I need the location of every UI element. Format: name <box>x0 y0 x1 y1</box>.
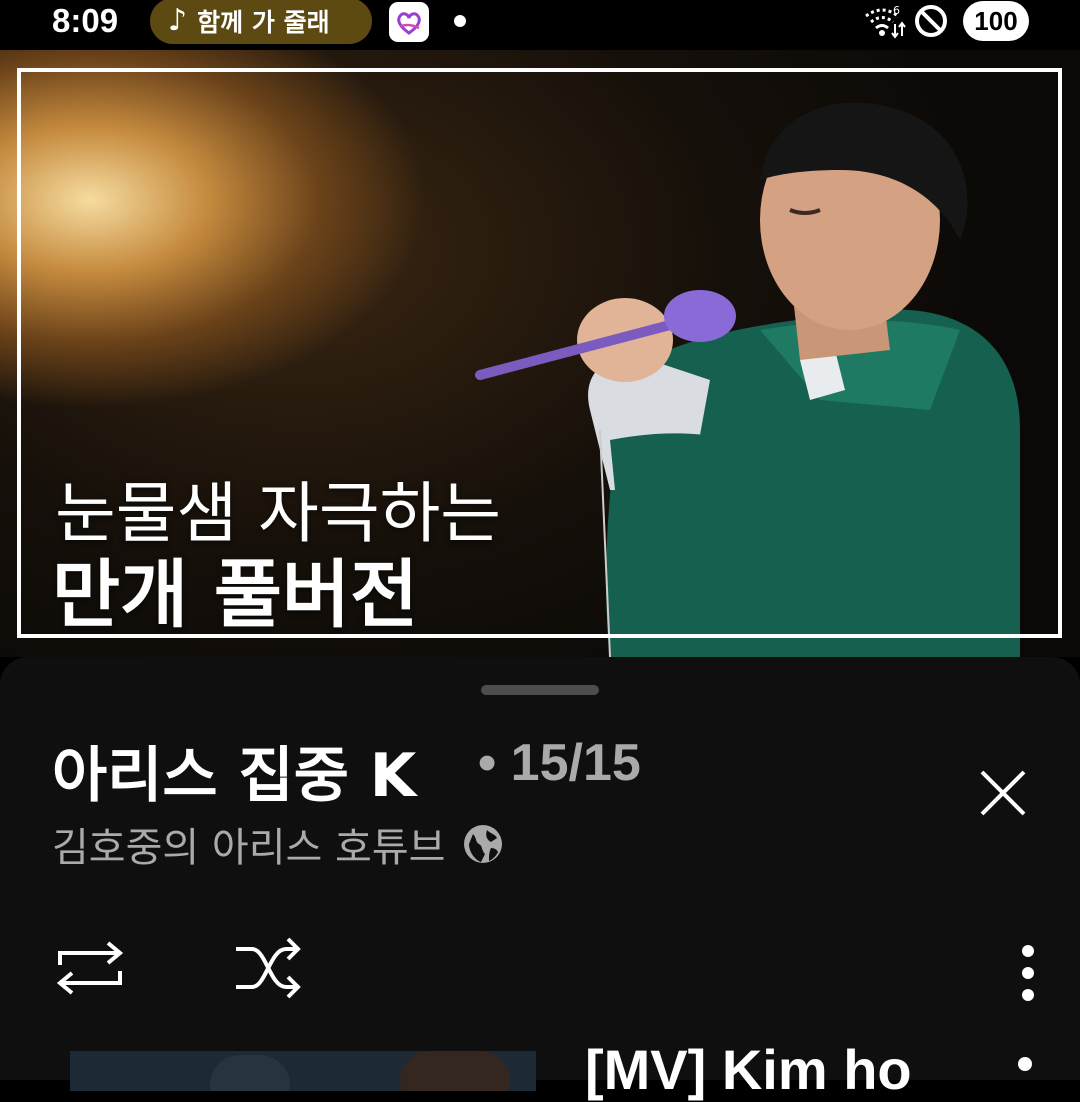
repeat-icon[interactable] <box>52 935 128 1001</box>
next-video-thumbnail[interactable] <box>70 1051 536 1091</box>
notification-dot <box>454 15 466 27</box>
video-thumbnail[interactable]: 눈물샘 자극하는 만개 풀버전 <box>0 50 1080 657</box>
now-playing-text: 함께 가 줄래 <box>197 8 330 37</box>
status-time: 8:09 <box>52 2 119 39</box>
more-vert-icon[interactable] <box>1004 937 1052 1017</box>
playlist-panel: 아리스 집중 K • 15/15 김호중의 아리스 호튜브 [MV] Kim h… <box>0 657 1080 1101</box>
next-video-more-icon[interactable] <box>1018 1057 1032 1071</box>
channel-name: 김호중의 아리스 호튜브 <box>52 825 446 871</box>
next-video-title[interactable]: [MV] Kim ho <box>585 1037 912 1102</box>
wifi-icon: 6 <box>865 4 906 39</box>
now-playing-pill[interactable]: ♪ 함께 가 줄래 <box>150 0 372 44</box>
app-heart-icon <box>389 2 429 42</box>
globe-icon <box>464 825 503 863</box>
battery-indicator: 100 <box>963 1 1029 41</box>
status-bar: 8:09 ♪ 함께 가 줄래 6 100 <box>0 0 1080 48</box>
drag-handle[interactable] <box>481 685 599 695</box>
music-note-icon: ♪ <box>168 3 188 38</box>
thumbnail-caption-line2: 만개 풀버전 <box>52 552 419 638</box>
channel-name-row[interactable]: 김호중의 아리스 호튜브 <box>52 815 505 873</box>
playlist-title: 아리스 집중 K <box>52 741 417 811</box>
thumbnail-figure <box>210 1055 290 1091</box>
thumbnail-figure <box>400 1051 510 1091</box>
do-not-disturb-icon <box>915 5 947 37</box>
svg-text:6: 6 <box>893 4 900 17</box>
close-icon[interactable] <box>972 762 1034 824</box>
playlist-position: • 15/15 <box>478 734 641 792</box>
shuffle-icon[interactable] <box>230 935 306 1001</box>
